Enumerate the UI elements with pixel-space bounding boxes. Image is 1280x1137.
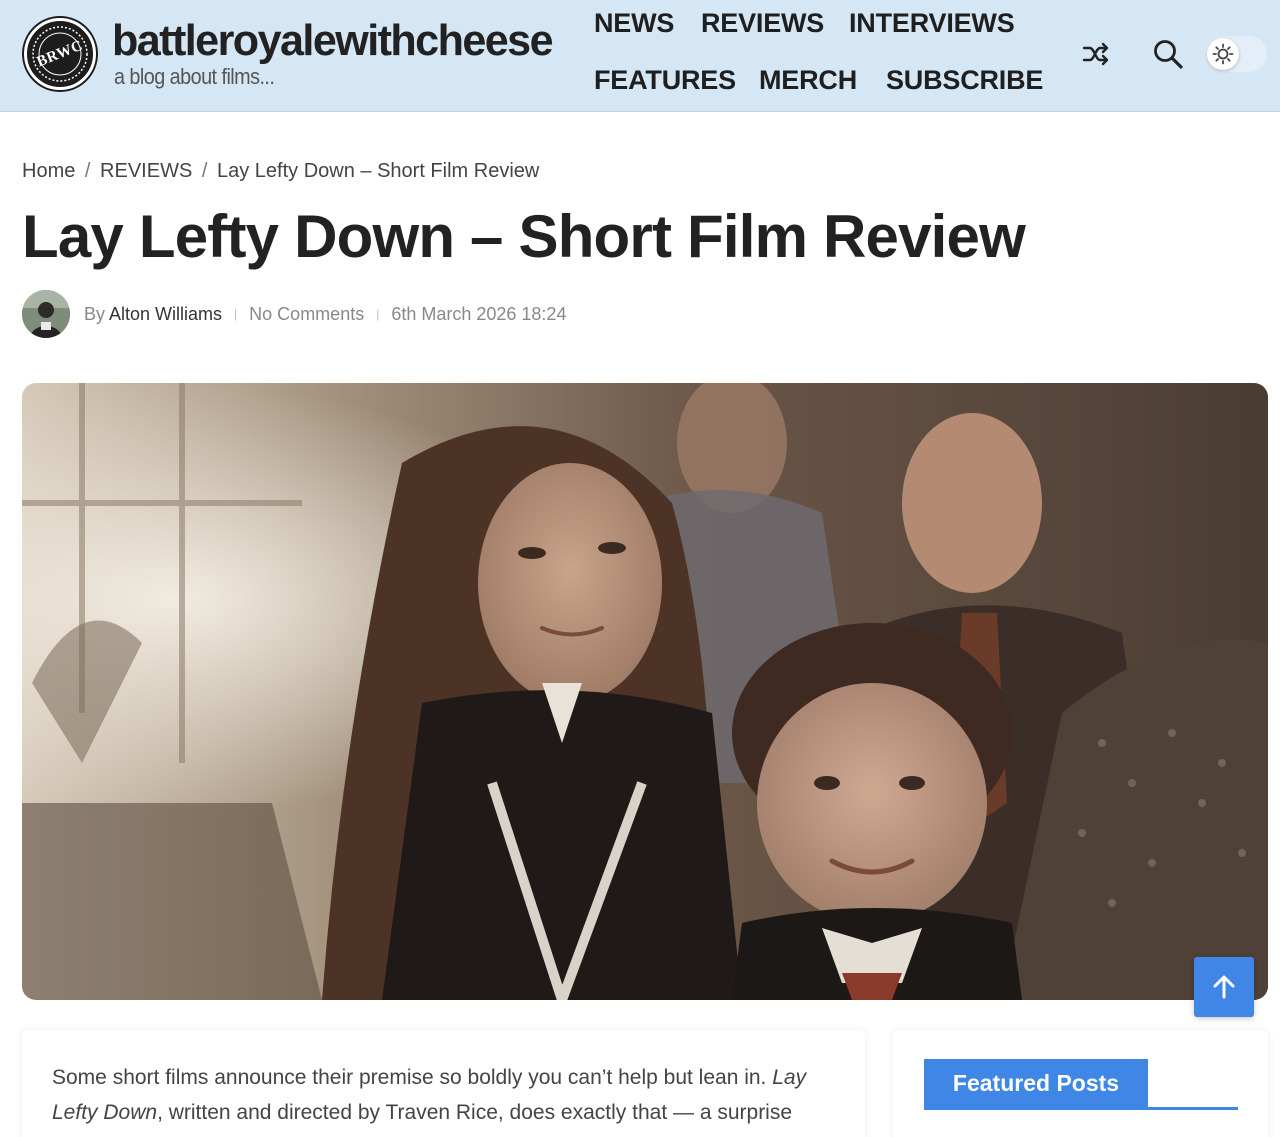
nav-item-merch[interactable]: MERCH — [759, 65, 857, 96]
breadcrumb: Home / REVIEWS / Lay Lefty Down – Short … — [22, 160, 539, 183]
article-intro: Some short films announce their premise … — [52, 1060, 832, 1130]
meta-divider: | — [234, 307, 238, 321]
search-icon[interactable] — [1152, 38, 1184, 75]
nav-item-reviews[interactable]: REVIEWS — [701, 8, 824, 39]
meta-divider: | — [376, 307, 380, 321]
widget-header: Featured Posts — [924, 1059, 1238, 1110]
site-logo[interactable]: BRWC — [24, 18, 96, 90]
author-avatar[interactable] — [22, 290, 70, 338]
nav-item-subscribe[interactable]: SUBSCRIBE — [886, 65, 1043, 96]
intro-text: Some short films announce their premise … — [52, 1066, 767, 1089]
film-title-italic: Lay — [772, 1066, 807, 1089]
theme-toggle-knob — [1207, 38, 1239, 70]
sun-icon — [1212, 43, 1234, 65]
film-title-italic: Lefty Down — [52, 1101, 158, 1124]
site-title[interactable]: battleroyalewithcheese — [112, 16, 554, 66]
sidebar-widget: Featured Posts — [893, 1030, 1268, 1137]
site-header: BRWC battleroyalewithcheese a blog about… — [0, 0, 1280, 112]
byline-prefix: By — [84, 303, 106, 324]
post-date: 6th March 2026 18:24 — [391, 303, 567, 324]
site-tagline: a blog about films... — [114, 64, 275, 89]
post-title: Lay Lefty Down – Short Film Review — [22, 203, 1026, 270]
breadcrumb-separator: / — [84, 160, 91, 182]
widget-title: Featured Posts — [924, 1059, 1148, 1107]
intro-text: , written and directed by Traven Rice, d… — [157, 1101, 793, 1124]
featured-image — [22, 383, 1268, 1000]
arrow-up-icon — [1213, 975, 1235, 999]
breadcrumb-home[interactable]: Home — [22, 160, 75, 182]
breadcrumb-category[interactable]: REVIEWS — [100, 160, 192, 182]
nav-item-news[interactable]: NEWS — [594, 8, 674, 39]
author-name[interactable]: Alton Williams — [109, 304, 222, 325]
breadcrumb-current: Lay Lefty Down – Short Film Review — [216, 160, 540, 182]
breadcrumb-separator: / — [201, 160, 208, 182]
comments-count[interactable]: No Comments — [249, 304, 364, 325]
shuffle-icon[interactable] — [1082, 41, 1110, 72]
back-to-top-button[interactable] — [1194, 957, 1254, 1017]
nav-item-features[interactable]: FEATURES — [594, 65, 736, 96]
nav-item-interviews[interactable]: INTERVIEWS — [849, 8, 1015, 39]
theme-toggle[interactable] — [1205, 36, 1267, 72]
post-meta: By Alton Williams | No Comments | 6th Ma… — [22, 290, 566, 338]
article-content: Some short films announce their premise … — [22, 1030, 865, 1137]
